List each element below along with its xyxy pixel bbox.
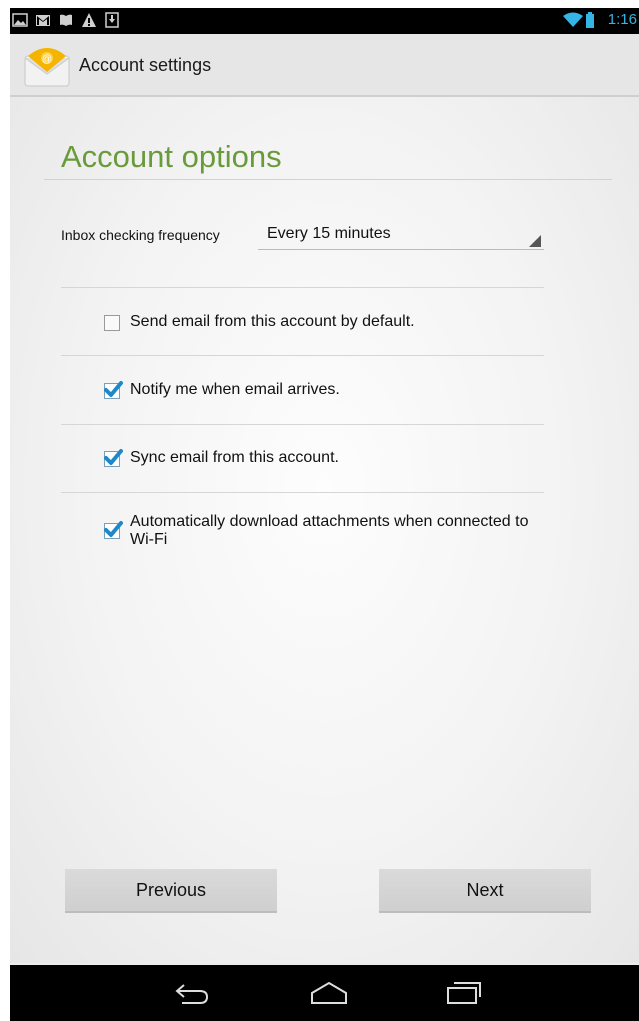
wifi-icon <box>563 12 583 27</box>
frequency-label: Inbox checking frequency <box>61 227 220 243</box>
status-time: 1:16 <box>607 11 637 28</box>
email-app-icon[interactable]: @ <box>22 46 72 88</box>
option-label: Send email from this account by default. <box>130 313 415 330</box>
auto-download-checkbox[interactable] <box>104 521 123 539</box>
frequency-value: Every 15 minutes <box>267 225 391 242</box>
device-screen: 1:16 @ Account settings Account options … <box>10 8 639 1021</box>
send-default-checkbox[interactable] <box>104 315 120 331</box>
option-label: Sync email from this account. <box>130 449 339 466</box>
title-divider <box>44 179 612 180</box>
option-label: Notify me when email arrives. <box>130 381 340 398</box>
checkmark-icon <box>104 521 123 537</box>
notify-checkbox[interactable] <box>104 381 123 399</box>
dropdown-arrow-icon <box>529 235 541 247</box>
home-icon[interactable] <box>309 979 349 1007</box>
option-label: Automatically download attachments when … <box>130 513 529 548</box>
warning-icon <box>82 13 96 27</box>
picture-icon <box>12 13 28 27</box>
download-icon <box>105 12 119 28</box>
navigation-bar <box>10 965 639 1021</box>
sync-checkbox[interactable] <box>104 449 123 467</box>
action-bar-title: Account settings <box>79 55 212 75</box>
books-icon <box>60 14 72 26</box>
checkmark-icon <box>104 449 123 465</box>
frequency-spinner[interactable]: Every 15 minutes <box>258 213 544 250</box>
back-icon[interactable] <box>174 979 210 1007</box>
next-button[interactable]: Next <box>379 869 591 913</box>
divider <box>61 424 544 425</box>
action-bar: @ Account settings <box>10 34 639 97</box>
divider <box>61 355 544 356</box>
divider <box>61 287 544 288</box>
status-bar: 1:16 <box>10 8 639 34</box>
account-options-form: Account options Inbox checking frequency… <box>10 97 639 963</box>
previous-button[interactable]: Previous <box>65 869 277 913</box>
gmail-icon <box>36 15 50 26</box>
divider <box>61 492 544 493</box>
recent-apps-icon[interactable] <box>446 979 482 1007</box>
svg-text:@: @ <box>42 54 52 65</box>
battery-icon <box>586 12 594 28</box>
page-title: Account options <box>61 139 282 174</box>
checkmark-icon <box>104 381 123 397</box>
